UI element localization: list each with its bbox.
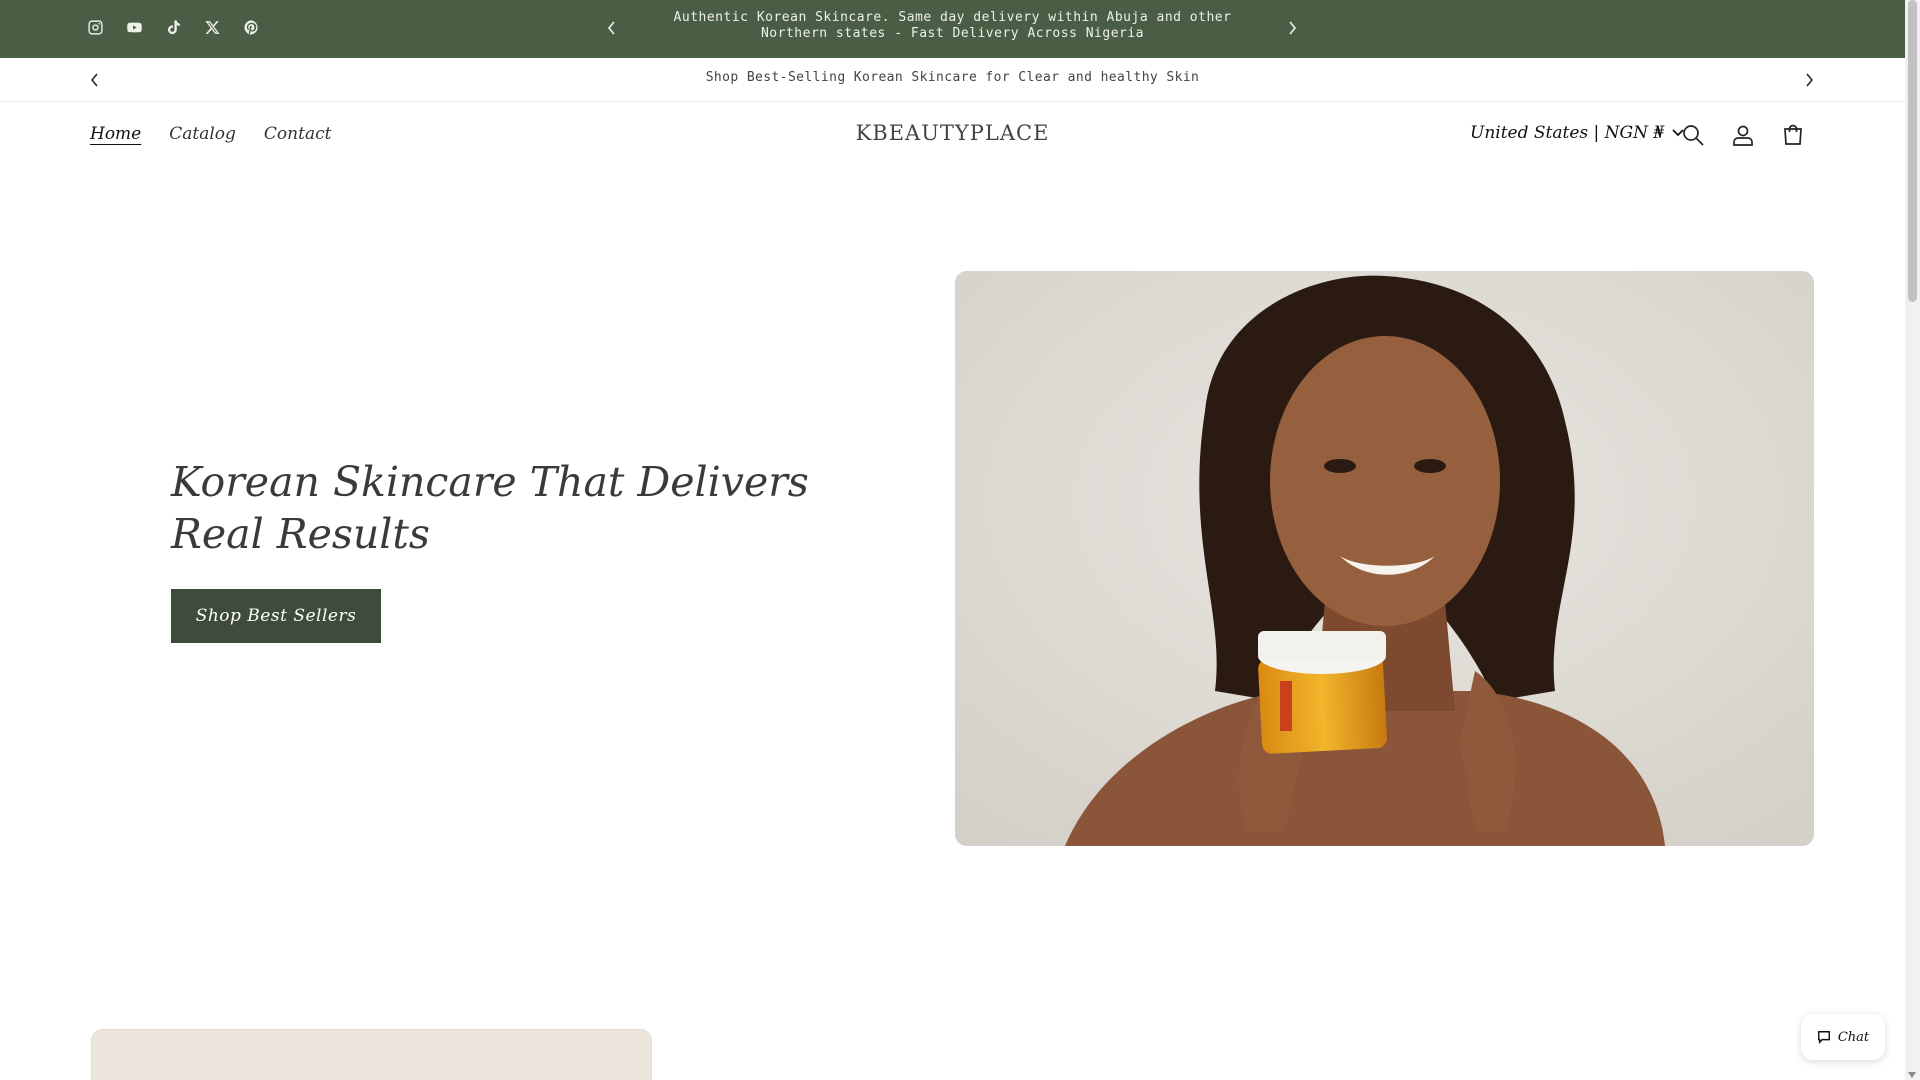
tiktok-icon[interactable] bbox=[164, 18, 183, 37]
announcement-text: Authentic Korean Skincare. Same day deli… bbox=[673, 10, 1232, 41]
main-nav: Home Catalog Contact bbox=[90, 124, 331, 144]
site-logo[interactable]: KBEAUTYPLACE bbox=[800, 121, 1105, 145]
country-selector-label: United States | NGN ₦ bbox=[1470, 123, 1665, 143]
chat-button[interactable]: Chat bbox=[1801, 1014, 1885, 1060]
announcement-next-button[interactable] bbox=[1283, 18, 1301, 38]
country-selector[interactable]: United States | NGN ₦ bbox=[1470, 123, 1684, 143]
promo-next-button[interactable] bbox=[1800, 70, 1818, 90]
promo-bar: Shop Best-Selling Korean Skincare for Cl… bbox=[0, 58, 1905, 102]
hero-title: Korean Skincare That Delivers Real Resul… bbox=[171, 458, 809, 558]
announcement-bar: Authentic Korean Skincare. Same day deli… bbox=[0, 0, 1905, 58]
pinterest-icon[interactable] bbox=[242, 18, 261, 37]
hero-image bbox=[955, 271, 1814, 846]
scrollbar-thumb[interactable] bbox=[1908, 0, 1917, 302]
scroll-down-arrow-icon[interactable] bbox=[1908, 1072, 1916, 1078]
youtube-icon[interactable] bbox=[125, 18, 144, 37]
featured-product-image bbox=[91, 1029, 652, 1080]
x-icon[interactable] bbox=[203, 18, 222, 37]
page-scrollbar[interactable] bbox=[1905, 0, 1920, 1080]
chat-label: Chat bbox=[1837, 1029, 1870, 1045]
social-links bbox=[86, 18, 261, 37]
shop-best-sellers-button[interactable]: Shop Best Sellers bbox=[171, 589, 381, 643]
account-icon[interactable] bbox=[1729, 121, 1757, 149]
announcement-prev-button[interactable] bbox=[603, 18, 621, 38]
search-icon[interactable] bbox=[1679, 121, 1707, 149]
instagram-icon[interactable] bbox=[86, 18, 105, 37]
cart-icon[interactable] bbox=[1779, 121, 1807, 149]
promo-text: Shop Best-Selling Korean Skincare for Cl… bbox=[705, 70, 1200, 85]
promo-prev-button[interactable] bbox=[86, 70, 104, 90]
nav-home-link[interactable]: Home bbox=[90, 124, 141, 144]
nav-contact-link[interactable]: Contact bbox=[264, 124, 332, 144]
nav-catalog-link[interactable]: Catalog bbox=[169, 124, 236, 144]
chat-bubble-icon bbox=[1817, 1031, 1830, 1044]
site-header: Home Catalog Contact KBEAUTYPLACE United… bbox=[0, 102, 1905, 168]
